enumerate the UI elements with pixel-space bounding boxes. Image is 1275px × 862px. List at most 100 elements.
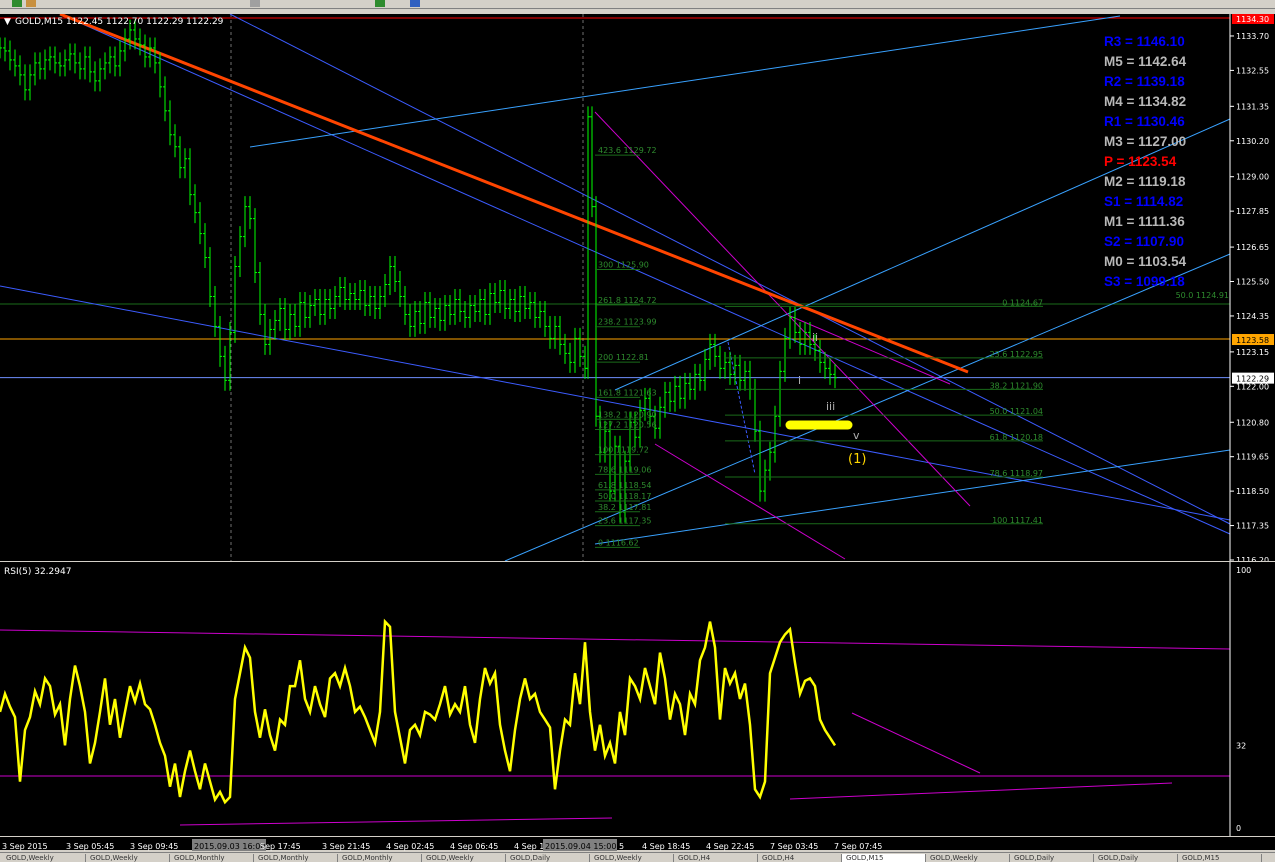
price-bar xyxy=(208,247,212,307)
price-bar xyxy=(768,441,772,481)
price-bar xyxy=(33,52,37,86)
price-bar xyxy=(818,339,822,373)
price-bar xyxy=(28,64,32,101)
price-bar xyxy=(93,61,97,92)
rsi-tick-label: 32 xyxy=(1236,741,1246,750)
price-bar xyxy=(348,283,352,310)
wave-label: i xyxy=(798,374,801,387)
price-tick-label: 1119.65 xyxy=(1236,453,1269,462)
price-bar xyxy=(393,256,397,292)
fib-level-label: 38.2 1121.90 xyxy=(990,381,1043,390)
rsi-chart[interactable]: 100 32 0 RSI(5) 32.2947 xyxy=(0,562,1275,836)
price-tick-label: 1132.55 xyxy=(1236,66,1269,75)
fib-level-label: 50.0 1121.04 xyxy=(990,407,1043,416)
price-bar xyxy=(63,49,67,77)
price-bar xyxy=(273,309,277,340)
price-bar xyxy=(353,283,357,310)
price-bar xyxy=(108,46,112,74)
price-bar xyxy=(543,300,547,337)
price-bar xyxy=(313,289,317,316)
time-label: Sep 17:45 xyxy=(260,842,301,851)
pivot-label: S1 = 1114.82 xyxy=(1104,194,1184,209)
price-bar xyxy=(590,106,594,218)
price-bar xyxy=(558,315,562,355)
price-bar xyxy=(503,280,507,319)
price-bar xyxy=(308,294,312,328)
price-bar xyxy=(278,297,282,331)
price-bar xyxy=(238,226,242,278)
rsi-title: RSI(5) 32.2947 xyxy=(4,567,71,577)
price-tick-label: 1123.15 xyxy=(1236,348,1269,357)
time-label-text: 7 Sep 03:45 xyxy=(770,842,818,851)
fib-level-label: 0 1124.67 xyxy=(1002,298,1043,307)
price-bar xyxy=(303,291,307,328)
price-bar xyxy=(678,375,682,409)
add-icon[interactable] xyxy=(375,0,385,7)
time-label: 4 Sep 18:45 xyxy=(642,842,690,851)
time-label: 3 Sep 05:45 xyxy=(66,842,114,851)
fib-level-label: 23.6 1122.95 xyxy=(990,350,1043,359)
price-bar xyxy=(463,300,467,328)
price-tick-label: 1127.85 xyxy=(1236,207,1269,216)
price-bar xyxy=(0,37,2,59)
toolbar xyxy=(0,0,1275,9)
new-chart-icon[interactable] xyxy=(12,0,22,7)
price-bar xyxy=(243,196,247,248)
price-bar xyxy=(453,289,457,325)
price-bar xyxy=(163,76,167,122)
price-bar xyxy=(498,280,502,313)
rsi-window[interactable]: 100 32 0 RSI(5) 32.2947 xyxy=(0,562,1275,836)
time-label: 3 Sep 21:45 xyxy=(322,842,370,851)
pivot-label: S2 = 1107.90 xyxy=(1104,234,1184,249)
folder-icon[interactable] xyxy=(26,0,36,7)
price-bar xyxy=(733,354,737,385)
fib-level-label: 138.2 1120.90 xyxy=(598,410,657,419)
price-bar xyxy=(758,420,762,502)
price-bar xyxy=(218,315,222,367)
price-bar xyxy=(693,363,697,400)
fib-level-label: 200 1122.81 xyxy=(598,353,649,362)
price-bar xyxy=(513,289,517,322)
zoom-icon[interactable] xyxy=(410,0,420,7)
price-bar xyxy=(533,291,537,328)
price-bar xyxy=(363,280,367,316)
fib-level-label: 61.8 1118.54 xyxy=(598,481,651,490)
price-tick-label: 1126.65 xyxy=(1236,243,1269,252)
price-bar xyxy=(123,28,127,62)
price-chart[interactable]: 423.6 1129.72 300 1125.90 261.8 1124.72 238… xyxy=(0,12,1275,565)
price-bar xyxy=(823,351,827,379)
price-marker-label: 1123.58 xyxy=(1236,336,1269,345)
time-label-text: 2015.09.03 16:00 xyxy=(194,842,265,851)
price-bar xyxy=(578,327,582,367)
price-bar xyxy=(778,360,782,427)
fib-level-label: 127.2 1120.56 xyxy=(598,420,657,429)
time-label-text: 3 Sep 05:45 xyxy=(66,842,114,851)
price-bar xyxy=(428,291,432,328)
rsi-line xyxy=(0,618,837,805)
price-tick-label: 1131.35 xyxy=(1236,102,1269,111)
fib-level-label: 38.2 1117.81 xyxy=(598,503,651,512)
price-bar xyxy=(198,202,202,245)
cursor-icon[interactable] xyxy=(250,0,260,7)
trendline-lightblue-4 xyxy=(594,449,1231,545)
trendline-magenta-1 xyxy=(594,111,971,507)
time-label: 4 Sep 1 xyxy=(514,842,544,851)
price-bar xyxy=(798,321,802,355)
price-bar xyxy=(203,223,207,269)
price-bar xyxy=(403,286,407,325)
price-bar xyxy=(586,106,590,379)
price-bar xyxy=(103,52,107,80)
pivot-label: R3 = 1146.10 xyxy=(1104,34,1185,49)
price-tick-label: 1130.20 xyxy=(1236,137,1269,146)
rsi-trendline-top xyxy=(0,629,1231,650)
main-chart-window[interactable]: 423.6 1129.72 300 1125.90 261.8 1124.72 238… xyxy=(0,12,1275,565)
price-bar xyxy=(458,289,462,322)
price-bar xyxy=(73,43,77,74)
price-bar xyxy=(248,196,252,230)
price-bar xyxy=(188,148,192,206)
price-tick-label: 1122.00 xyxy=(1236,382,1269,391)
fib-level-label: 161.8 1121.63 xyxy=(598,388,657,397)
time-label-text: 3 Sep 21:45 xyxy=(322,842,370,851)
price-bar xyxy=(723,351,727,379)
price-bar xyxy=(378,286,382,319)
